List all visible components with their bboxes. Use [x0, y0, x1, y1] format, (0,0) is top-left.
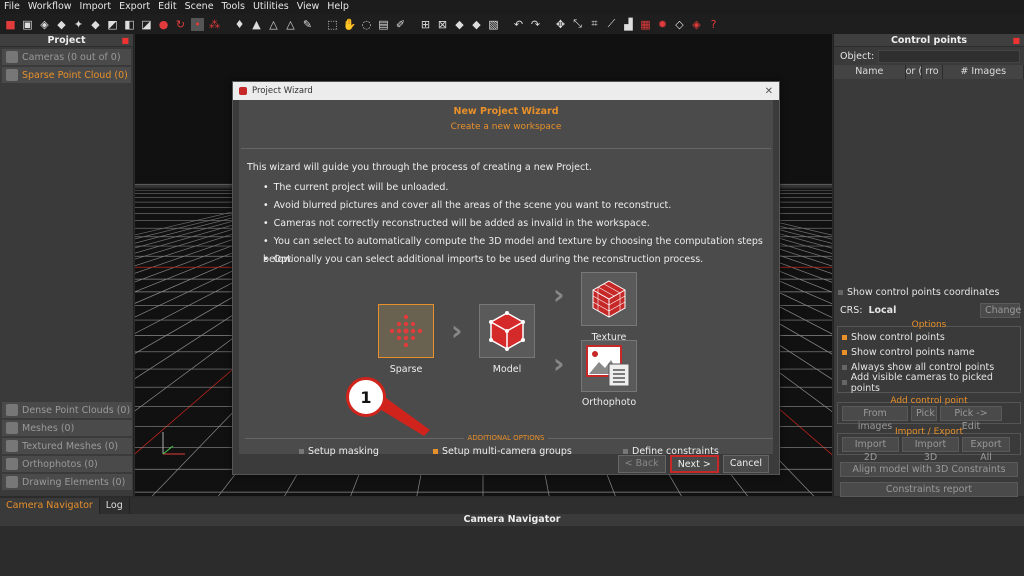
step-number-callout: 1: [346, 377, 386, 417]
callout-arrow: [378, 398, 430, 436]
callout-number: 1: [360, 387, 372, 407]
